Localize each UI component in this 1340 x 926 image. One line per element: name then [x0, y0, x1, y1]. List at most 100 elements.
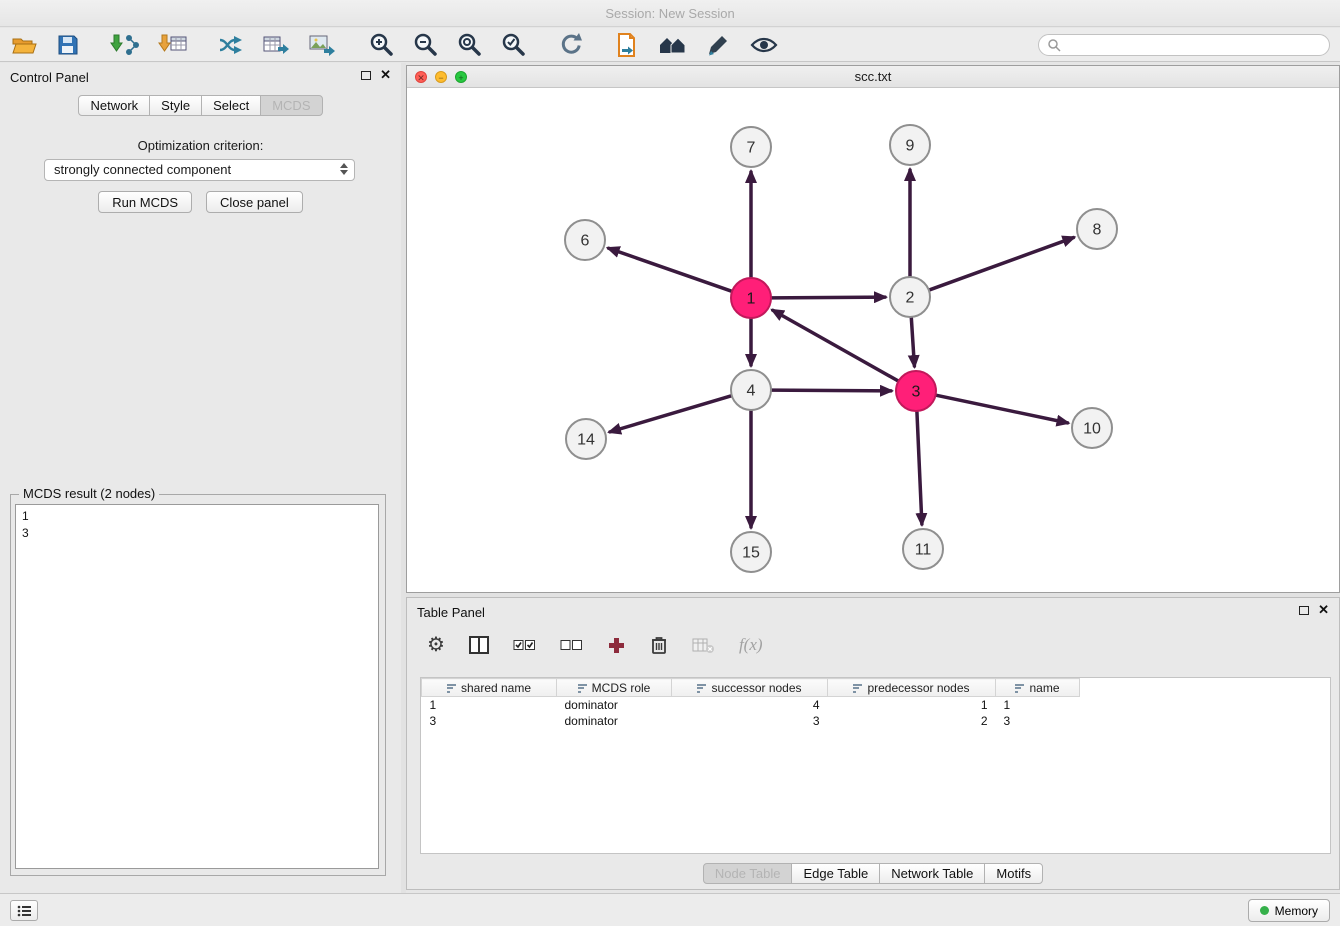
control-panel-tabs: NetworkStyleSelectMCDS: [0, 95, 401, 116]
import-table-button[interactable]: [156, 30, 190, 60]
table-settings-button[interactable]: ⚙: [425, 633, 447, 657]
graph-edge-3-1[interactable]: [773, 310, 898, 380]
graph-edge-2-3[interactable]: [911, 318, 914, 366]
criterion-select[interactable]: strongly connected component: [44, 159, 355, 181]
float-panel-icon[interactable]: [361, 71, 371, 80]
show-columns-button[interactable]: [467, 634, 491, 656]
zoom-in-button[interactable]: [366, 30, 396, 60]
table-cell-successor-nodes[interactable]: 3: [672, 713, 828, 729]
svg-text:6: 6: [581, 233, 590, 250]
column-header-shared-name[interactable]: shared name: [422, 679, 557, 697]
graph-node-10[interactable]: 10: [1072, 408, 1112, 448]
graph-edge-1-2[interactable]: [772, 297, 885, 298]
table-cell-name[interactable]: 3: [996, 713, 1080, 729]
graph-node-15[interactable]: 15: [731, 532, 771, 572]
zoom-fit-button[interactable]: [454, 30, 484, 60]
column-header-name[interactable]: name: [996, 679, 1080, 697]
network-window-titlebar[interactable]: ✕ − + scc.txt: [407, 66, 1339, 88]
save-session-button[interactable]: [54, 31, 82, 59]
graph-node-7[interactable]: 7: [731, 127, 771, 167]
show-hide-button[interactable]: [748, 33, 780, 57]
table-cell-mcds-role[interactable]: dominator: [557, 713, 672, 729]
table-header-row: shared nameMCDS rolesuccessor nodesprede…: [422, 679, 1080, 697]
column-header-mcds-role[interactable]: MCDS role: [557, 679, 672, 697]
zoom-out-icon: [412, 32, 438, 58]
table-cell-predecessor-nodes[interactable]: 1: [828, 697, 996, 713]
graph-node-6[interactable]: 6: [565, 220, 605, 260]
table-tab-edge-table[interactable]: Edge Table: [791, 863, 880, 884]
search-input[interactable]: [1066, 37, 1321, 52]
gear-icon: ⚙: [427, 635, 445, 655]
graph-node-14[interactable]: 14: [566, 419, 606, 459]
import-network-button[interactable]: [108, 30, 142, 60]
close-table-panel-icon[interactable]: ✕: [1318, 605, 1329, 615]
maximize-window-icon[interactable]: +: [455, 71, 467, 83]
table-cell-predecessor-nodes[interactable]: 2: [828, 713, 996, 729]
graph-node-1[interactable]: 1: [731, 278, 771, 318]
export-image-button[interactable]: [306, 31, 338, 59]
export-network-button[interactable]: [216, 31, 246, 59]
control-panel-header: Control Panel ✕: [0, 63, 401, 91]
float-table-panel-icon[interactable]: [1299, 606, 1309, 615]
tab-mcds[interactable]: MCDS: [260, 95, 322, 116]
file-group: [8, 31, 82, 59]
table-cell-shared-name[interactable]: 3: [422, 713, 557, 729]
graph-node-2[interactable]: 2: [890, 277, 930, 317]
export-table-button[interactable]: [260, 31, 292, 59]
task-history-button[interactable]: [10, 900, 38, 921]
graph-node-3[interactable]: 3: [896, 371, 936, 411]
table-cell-mcds-role[interactable]: dominator: [557, 697, 672, 713]
graph-node-4[interactable]: 4: [731, 370, 771, 410]
open-file-button[interactable]: [8, 31, 40, 59]
tab-select[interactable]: Select: [201, 95, 261, 116]
apply-style-button[interactable]: [704, 31, 734, 59]
close-panel-icon[interactable]: ✕: [380, 70, 391, 80]
mcds-result-list[interactable]: 13: [15, 504, 379, 869]
table-row[interactable]: 1dominator411: [422, 697, 1080, 713]
memory-button[interactable]: Memory: [1248, 899, 1330, 922]
open-file-icon: [10, 33, 38, 57]
graph-edge-3-10[interactable]: [937, 395, 1068, 423]
table-tab-motifs[interactable]: Motifs: [984, 863, 1043, 884]
column-header-predecessor-nodes[interactable]: predecessor nodes: [828, 679, 996, 697]
close-panel-button[interactable]: Close panel: [206, 191, 303, 213]
table-tab-network-table[interactable]: Network Table: [879, 863, 985, 884]
add-column-button[interactable]: [605, 634, 628, 657]
table-row[interactable]: 3dominator323: [422, 713, 1080, 729]
close-window-icon[interactable]: ✕: [415, 71, 427, 83]
select-all-button[interactable]: [511, 635, 538, 655]
window-titlebar: Session: New Session: [0, 0, 1340, 27]
graph-node-8[interactable]: 8: [1077, 209, 1117, 249]
zoom-selected-button[interactable]: [498, 30, 528, 60]
search-box[interactable]: [1038, 34, 1330, 56]
network-canvas[interactable]: 7 9 6 8 1 2 4 3 14 10 15 11: [407, 89, 1339, 592]
home-button[interactable]: [656, 31, 690, 59]
node-table[interactable]: shared nameMCDS rolesuccessor nodesprede…: [420, 677, 1331, 854]
minimize-window-icon[interactable]: −: [435, 71, 447, 83]
graph-edge-3-11[interactable]: [917, 412, 922, 524]
column-header-successor-nodes[interactable]: successor nodes: [672, 679, 828, 697]
table-cell-name[interactable]: 1: [996, 697, 1080, 713]
table-cell-successor-nodes[interactable]: 4: [672, 697, 828, 713]
table-cell-shared-name[interactable]: 1: [422, 697, 557, 713]
deselect-all-button[interactable]: [558, 635, 585, 655]
graph-node-9[interactable]: 9: [890, 125, 930, 165]
graph-edge-2-8[interactable]: [930, 238, 1074, 290]
column-label: name: [1029, 681, 1059, 695]
table-toolbar: ⚙ f(x): [425, 628, 765, 662]
refresh-button[interactable]: [556, 30, 586, 60]
function-builder-button[interactable]: f(x): [737, 633, 765, 657]
graph-edge-4-14[interactable]: [610, 396, 731, 432]
graph-node-11[interactable]: 11: [903, 529, 943, 569]
delete-table-button[interactable]: [690, 634, 717, 656]
tab-network[interactable]: Network: [78, 95, 150, 116]
tab-style[interactable]: Style: [149, 95, 202, 116]
graph-edge-4-3[interactable]: [772, 390, 891, 391]
table-tab-node-table[interactable]: Node Table: [703, 863, 793, 884]
svg-text:8: 8: [1093, 222, 1102, 239]
graph-edge-1-6[interactable]: [609, 248, 732, 291]
copy-document-button[interactable]: [612, 30, 642, 60]
run-mcds-button[interactable]: Run MCDS: [98, 191, 192, 213]
delete-column-button[interactable]: [648, 633, 670, 657]
zoom-out-button[interactable]: [410, 30, 440, 60]
